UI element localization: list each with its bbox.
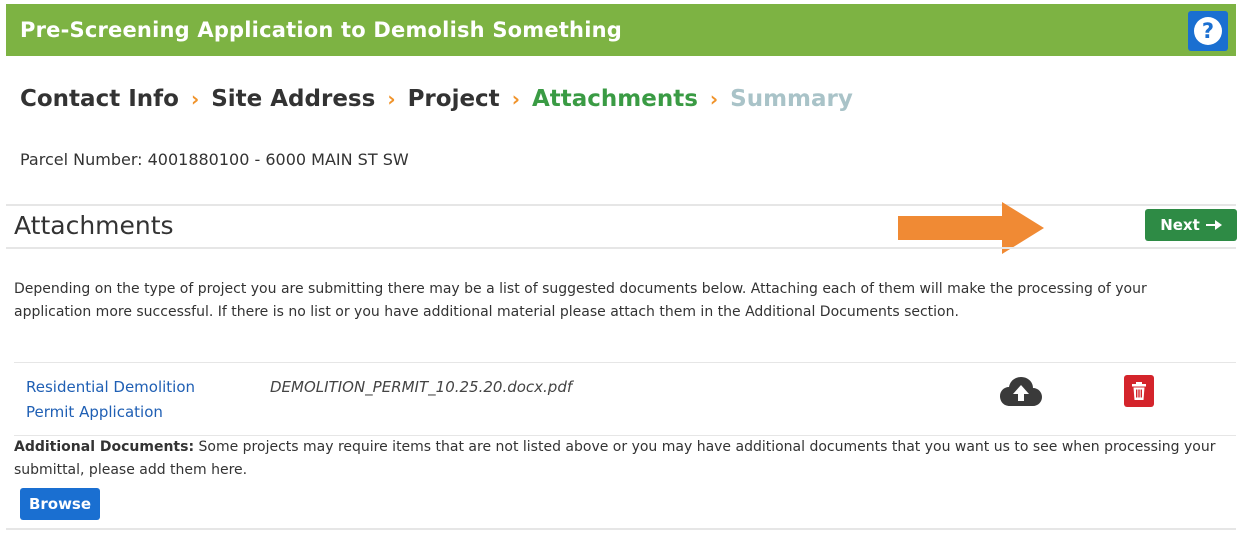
next-button-label: Next — [1160, 216, 1200, 234]
chevron-right-icon: › — [387, 87, 396, 111]
arrow-right-icon — [1205, 220, 1222, 230]
browse-button[interactable]: Browse — [20, 488, 100, 520]
additional-documents-text: Additional Documents: Some projects may … — [14, 436, 1224, 482]
help-button[interactable]: ? — [1188, 11, 1228, 51]
chevron-right-icon: › — [709, 87, 719, 111]
page-title: Pre-Screening Application to Demolish So… — [20, 18, 622, 42]
section-title: Attachments — [14, 211, 174, 240]
attached-file-name: DEMOLITION_PERMIT_10.25.20.docx.pdf — [270, 378, 573, 396]
chevron-right-icon: › — [511, 87, 520, 111]
breadcrumb-site-address[interactable]: Site Address — [211, 86, 375, 112]
trash-icon — [1132, 382, 1146, 400]
delete-button[interactable] — [1124, 375, 1154, 407]
chevron-right-icon: › — [190, 87, 200, 111]
section-divider — [6, 204, 1236, 206]
cloud-upload-icon[interactable] — [1000, 377, 1042, 407]
breadcrumb-summary: Summary — [730, 86, 853, 112]
app-header: Pre-Screening Application to Demolish So… — [6, 4, 1236, 56]
document-name-link[interactable]: Residential Demolition Permit Applicatio… — [26, 375, 216, 425]
section-divider — [6, 247, 1236, 249]
breadcrumb-project[interactable]: Project — [408, 86, 500, 112]
additional-documents-label: Additional Documents: — [14, 439, 195, 455]
breadcrumb: Contact Info › Site Address › Project › … — [20, 86, 853, 112]
additional-documents-description: Some projects may require items that are… — [14, 439, 1216, 478]
next-button[interactable]: Next — [1145, 209, 1237, 241]
breadcrumb-attachments[interactable]: Attachments — [532, 86, 698, 112]
breadcrumb-contact-info[interactable]: Contact Info — [20, 86, 179, 112]
help-icon: ? — [1194, 17, 1222, 45]
instructions-text: Depending on the type of project you are… — [14, 281, 1147, 320]
document-row: Residential Demolition Permit Applicatio… — [14, 362, 1236, 436]
parcel-number: Parcel Number: 4001880100 - 6000 MAIN ST… — [20, 150, 409, 169]
section-divider — [6, 528, 1236, 530]
